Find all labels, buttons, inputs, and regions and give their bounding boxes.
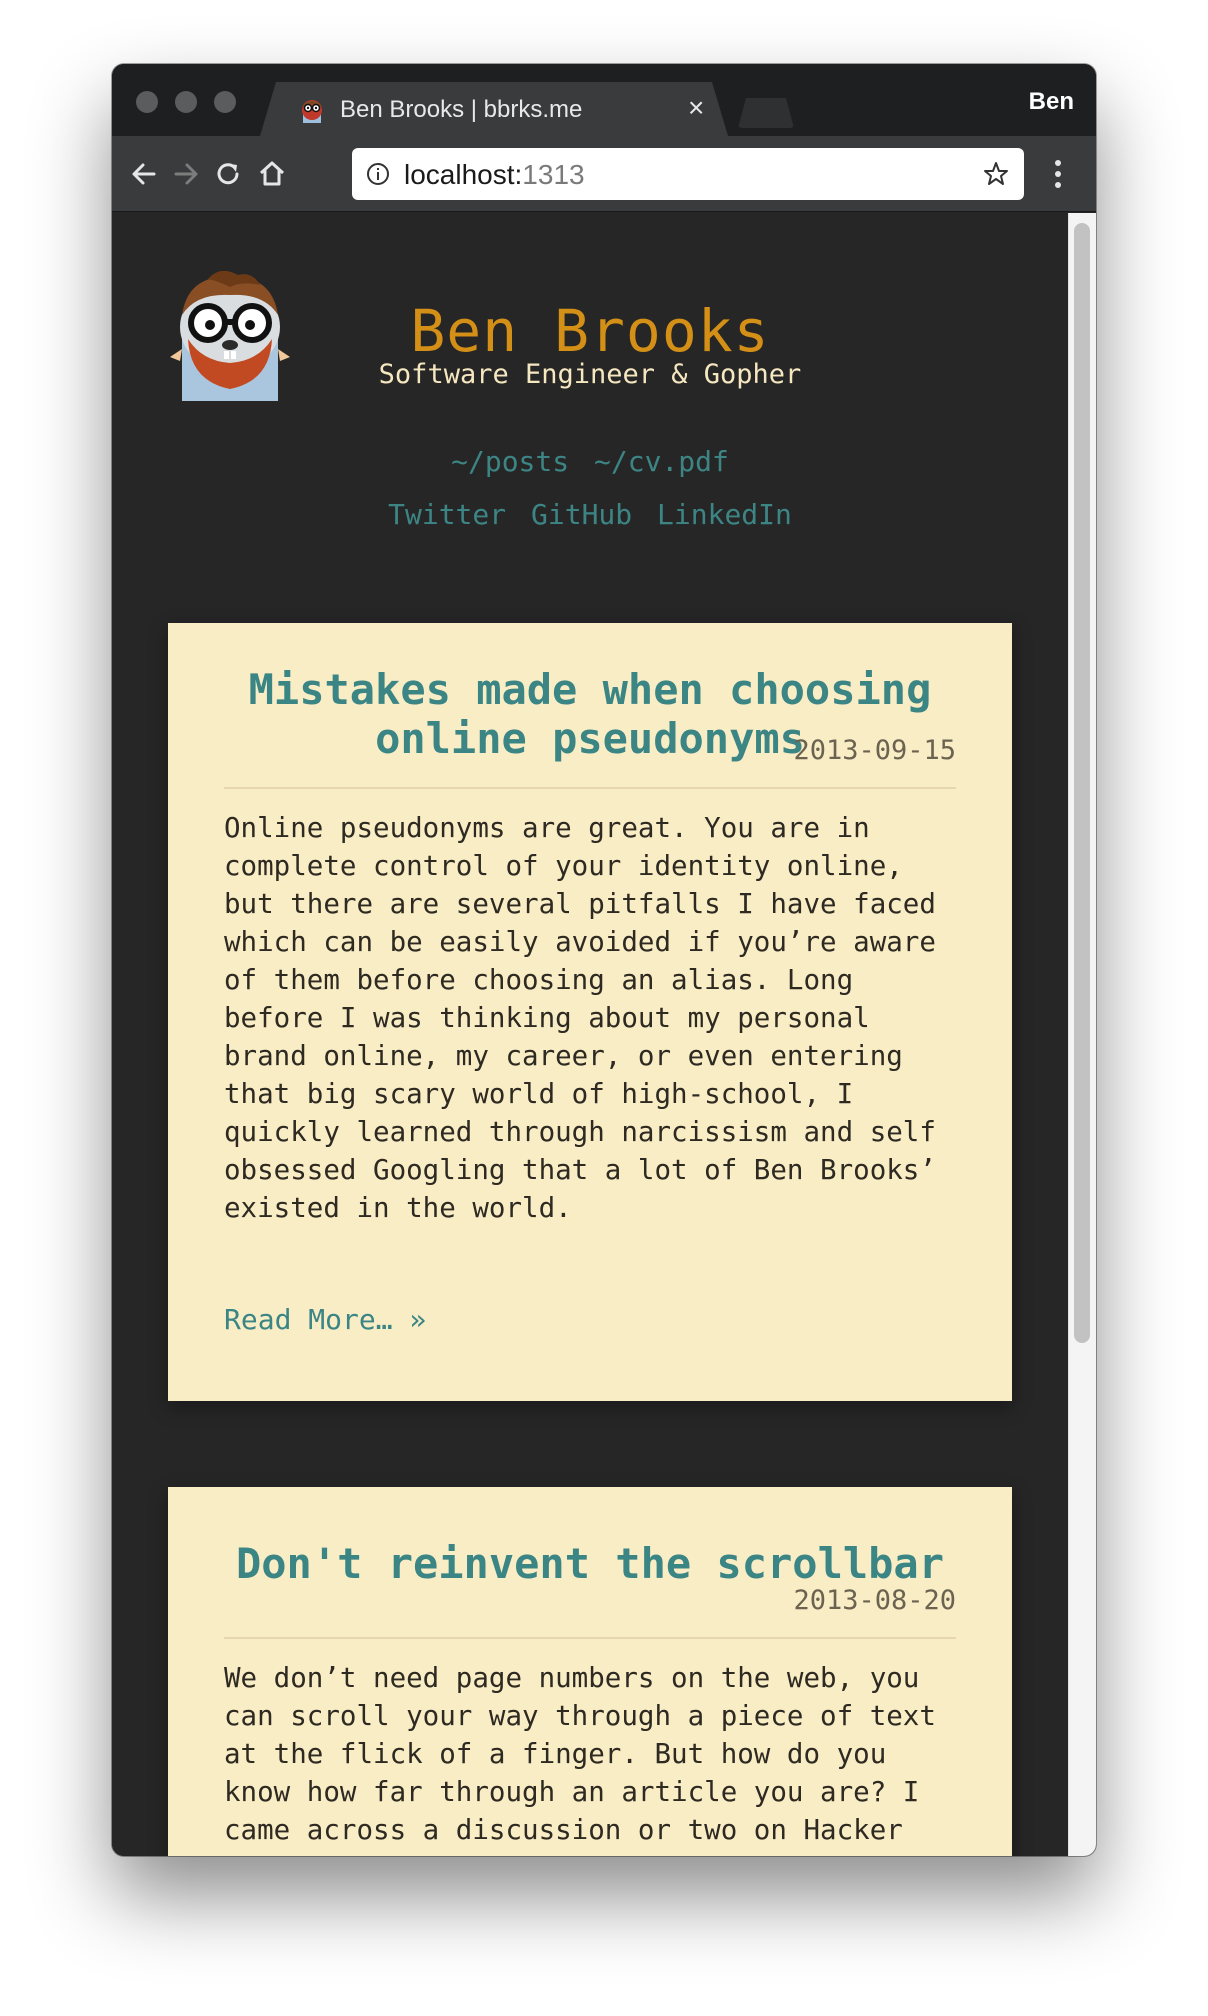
site-header: Ben Brooks Software Engineer & Gopher xyxy=(112,297,1068,390)
new-tab-button[interactable] xyxy=(738,98,794,128)
post-excerpt: We don’t need page numbers on the web, y… xyxy=(224,1662,936,1846)
browser-toolbar: localhost:1313 xyxy=(112,136,1096,212)
tab-close-icon[interactable]: × xyxy=(688,92,704,124)
back-arrow-icon[interactable] xyxy=(126,156,162,192)
url-text: localhost:1313 xyxy=(404,159,585,190)
social-nav: Twitter GitHub LinkedIn xyxy=(112,498,1068,531)
web-page: Ben Brooks Software Engineer & Gopher ~/… xyxy=(112,213,1068,1856)
page-viewport: Ben Brooks Software Engineer & Gopher ~/… xyxy=(112,213,1096,1856)
reload-icon[interactable] xyxy=(210,156,246,192)
title-bar: Ben Brooks | bbrks.me × Ben xyxy=(112,64,1096,136)
twitter-link[interactable]: Twitter xyxy=(388,498,506,531)
linkedin-link[interactable]: LinkedIn xyxy=(657,498,792,531)
post-date: 2013-09-15 xyxy=(793,735,956,766)
site-tagline: Software Engineer & Gopher xyxy=(378,359,802,390)
bookmark-star-icon[interactable] xyxy=(982,160,1010,188)
post-title-link[interactable]: Don't reinvent the scrollbar xyxy=(224,1539,956,1588)
kebab-menu-icon[interactable] xyxy=(1054,156,1062,192)
post-excerpt: Online pseudonyms are great. You are in … xyxy=(224,812,936,1224)
github-link[interactable]: GitHub xyxy=(531,498,632,531)
site-name: Ben Brooks xyxy=(410,297,770,365)
address-bar[interactable]: localhost:1313 xyxy=(352,148,1024,200)
gopher-favicon-icon xyxy=(298,97,326,125)
post-divider xyxy=(224,1637,956,1639)
post-card: Don't reinvent the scrollbar 2013-08-20 … xyxy=(168,1487,1012,1856)
cv-link[interactable]: ~/cv.pdf xyxy=(594,445,729,478)
post-date: 2013-08-20 xyxy=(793,1585,956,1616)
post-card: Mistakes made when choosing online pseud… xyxy=(168,623,1012,1401)
post-divider xyxy=(224,787,956,789)
forward-arrow-icon[interactable] xyxy=(168,156,204,192)
info-icon[interactable] xyxy=(366,162,390,186)
browser-window: Ben Brooks | bbrks.me × Ben localhost:13… xyxy=(112,64,1096,1856)
posts-link[interactable]: ~/posts xyxy=(451,445,569,478)
home-icon[interactable] xyxy=(254,156,290,192)
minimize-window-button[interactable] xyxy=(175,91,197,113)
scrollbar-thumb[interactable] xyxy=(1074,223,1090,1343)
profile-button[interactable]: Ben xyxy=(1029,88,1074,116)
scrollbar[interactable] xyxy=(1068,213,1096,1856)
read-more-link[interactable]: Read More… » xyxy=(224,1303,426,1336)
tab-title: Ben Brooks | bbrks.me xyxy=(340,96,583,123)
primary-nav: ~/posts ~/cv.pdf xyxy=(112,445,1068,478)
zoom-window-button[interactable] xyxy=(214,91,236,113)
browser-tab[interactable]: Ben Brooks | bbrks.me × xyxy=(260,82,728,136)
close-window-button[interactable] xyxy=(136,91,158,113)
